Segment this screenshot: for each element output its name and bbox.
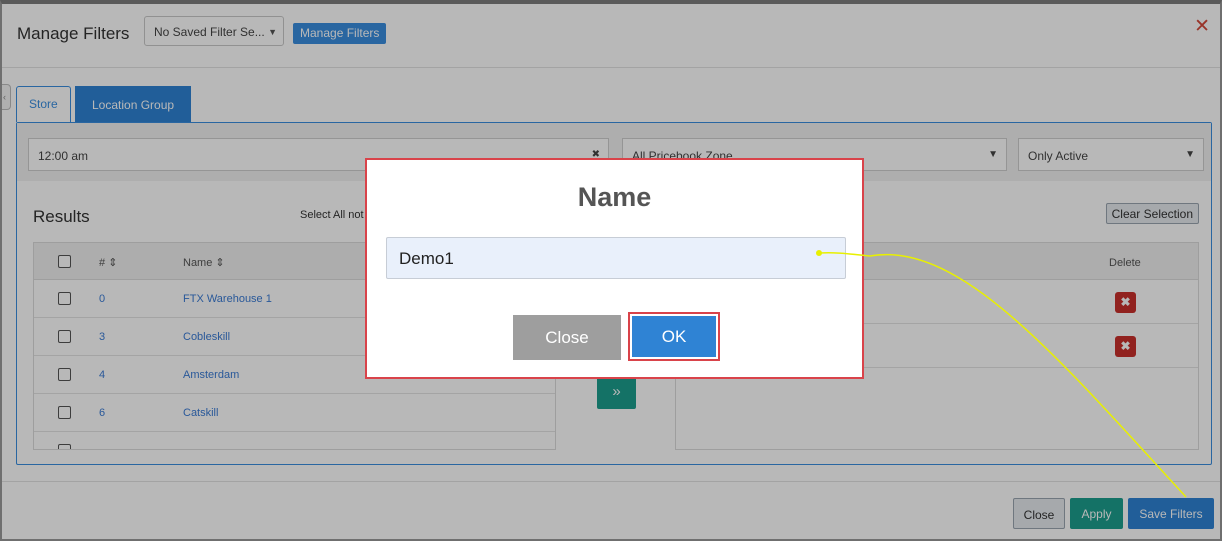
annotation-arrow-line [819,252,1187,498]
annotation-arrow-tip [816,250,822,256]
annotation-arrow [816,250,1187,498]
